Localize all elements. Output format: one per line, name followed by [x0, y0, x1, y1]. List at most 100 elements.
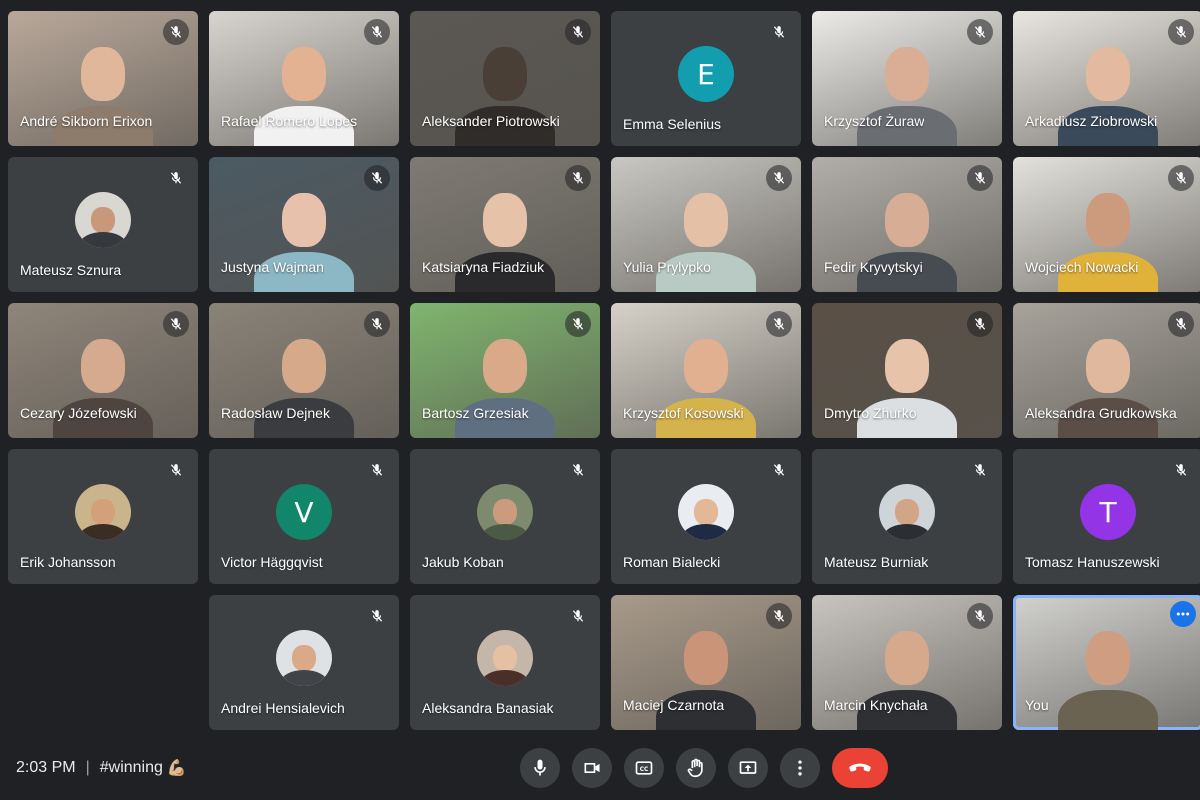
avatar-photo: [477, 484, 533, 541]
video-person-silhouette: [1058, 690, 1158, 730]
participant-name: Yulia Prylypko: [623, 259, 711, 275]
svg-text:CC: CC: [640, 767, 649, 773]
mic-off-icon: [565, 603, 591, 629]
more-vert-icon: [798, 760, 802, 776]
participant-tile-dmytro-zhurko[interactable]: Dmytro Zhurko: [812, 303, 1002, 438]
video-person-head: [483, 339, 527, 393]
participant-tile-aleksandra-banasiak[interactable]: Aleksandra Banasiak: [410, 595, 600, 730]
participant-tile-fedir-kryvytskyi[interactable]: Fedir Kryvytskyi: [812, 157, 1002, 292]
avatar-photo: [879, 484, 935, 541]
participant-tile-jakub-koban[interactable]: Jakub Koban: [410, 449, 600, 584]
participant-grid: André Sikborn Erixon Rafael Romero Lopes A…: [8, 11, 1200, 730]
avatar-photo: [75, 484, 131, 541]
participant-tile-you[interactable]: You: [1013, 595, 1200, 730]
video-person-head: [282, 339, 326, 393]
mic-off-icon: [565, 457, 591, 483]
participant-tile-erik-johansson[interactable]: Erik Johansson: [8, 449, 198, 584]
participant-name: Victor Häggqvist: [221, 554, 323, 570]
mic-off-icon: [163, 311, 189, 337]
participant-tile-victor-haggqvist[interactable]: V Victor Häggqvist: [209, 449, 399, 584]
video-person-head: [885, 193, 929, 247]
participant-tile-mateusz-burniak[interactable]: Mateusz Burniak: [812, 449, 1002, 584]
participant-tile-wojciech-nowacki[interactable]: Wojciech Nowacki: [1013, 157, 1200, 292]
participant-tile-cezary-jozefowski[interactable]: Cezary Józefowski: [8, 303, 198, 438]
participant-name: Cezary Józefowski: [20, 405, 137, 421]
participant-name: Aleksander Piotrowski: [422, 113, 560, 129]
video-person-head: [81, 47, 125, 101]
participant-tile-aleksander-piotrowski[interactable]: Aleksander Piotrowski: [410, 11, 600, 146]
present-screen-icon: [739, 761, 757, 774]
participant-tile-marcin-knycha-a[interactable]: Marcin Knychała: [812, 595, 1002, 730]
mic-off-icon: [967, 311, 993, 337]
participant-tile-rados-aw-dejnek[interactable]: Radosław Dejnek: [209, 303, 399, 438]
participant-tile-rafael-romero-lopes[interactable]: Rafael Romero Lopes: [209, 11, 399, 146]
participant-tile-maciej-czarnota[interactable]: Maciej Czarnota: [611, 595, 801, 730]
mic-off-icon: [364, 165, 390, 191]
participant-name: Aleksandra Grudkowska: [1025, 405, 1177, 421]
mic-off-icon: [163, 19, 189, 45]
mic-icon: [534, 759, 546, 776]
mic-off-icon: [565, 165, 591, 191]
meeting-details[interactable]: 2:03 PM | #winning 💪🏼: [16, 758, 187, 778]
present-screen-button[interactable]: [728, 748, 768, 788]
participant-tile-bartosz-grzesiak[interactable]: Bartosz Grzesiak: [410, 303, 600, 438]
participant-name: Radosław Dejnek: [221, 405, 330, 421]
participant-tile-andrei-hensialevich[interactable]: Andrei Hensialevich: [209, 595, 399, 730]
video-person-head: [684, 193, 728, 247]
avatar-letter: V: [276, 484, 332, 541]
mic-off-icon: [967, 165, 993, 191]
raise-hand-icon: [687, 758, 703, 778]
participant-name: Katsiaryna Fiadziuk: [422, 259, 545, 275]
video-person-head: [1086, 193, 1130, 247]
raise-hand-button[interactable]: [676, 748, 716, 788]
end-call-button[interactable]: [832, 748, 888, 788]
participant-name: André Sikborn Erixon: [20, 113, 153, 129]
mic-off-icon: [565, 311, 591, 337]
participant-name: Wojciech Nowacki: [1025, 259, 1139, 275]
mic-off-icon: [766, 311, 792, 337]
mic-off-icon: [766, 457, 792, 483]
clock-time: 2:03 PM: [16, 759, 76, 776]
mic-off-icon: [967, 19, 993, 45]
video-person-head: [684, 631, 728, 685]
participant-tile-arkadiusz-ziobrowski[interactable]: Arkadiusz Ziobrowski: [1013, 11, 1200, 146]
tile-options-button[interactable]: [1170, 601, 1196, 627]
captions-icon: CC: [635, 761, 653, 775]
mic-off-icon: [1168, 457, 1194, 483]
mic-off-icon: [1168, 311, 1194, 337]
mic-off-icon: [364, 603, 390, 629]
video-person-head: [1086, 339, 1130, 393]
avatar-letter: T: [1080, 484, 1136, 541]
mic-off-icon: [1168, 19, 1194, 45]
participant-tile-aleksandra-grudkowska[interactable]: Aleksandra Grudkowska: [1013, 303, 1200, 438]
participant-tile-tomasz-hanuszewski[interactable]: T Tomasz Hanuszewski: [1013, 449, 1200, 584]
participant-tile-emma-selenius[interactable]: E Emma Selenius: [611, 11, 801, 146]
mic-off-icon: [565, 19, 591, 45]
participant-tile-justyna-wajman[interactable]: Justyna Wajman: [209, 157, 399, 292]
participant-tile-krzysztof-zuraw[interactable]: Krzysztof Żuraw: [812, 11, 1002, 146]
microphone-button[interactable]: [520, 748, 560, 788]
mic-off-icon: [766, 19, 792, 45]
call-controls: CC: [520, 748, 888, 788]
camera-button[interactable]: [572, 748, 612, 788]
more-options-button[interactable]: [780, 748, 820, 788]
mic-off-icon: [766, 165, 792, 191]
end-call-icon: [849, 763, 871, 772]
participant-tile-andre-sikborn-erixon[interactable]: André Sikborn Erixon: [8, 11, 198, 146]
participant-name: Rafael Romero Lopes: [221, 113, 358, 129]
participant-tile-yulia-prylypko[interactable]: Yulia Prylypko: [611, 157, 801, 292]
participant-tile-roman-bialecki[interactable]: Roman Bialecki: [611, 449, 801, 584]
participant-tile-krzysztof-kosowski[interactable]: Krzysztof Kosowski: [611, 303, 801, 438]
camera-icon: [584, 763, 600, 773]
participant-name: Jakub Koban: [422, 554, 504, 570]
avatar-photo: [678, 484, 734, 541]
avatar-photo: [75, 192, 131, 249]
mic-off-icon: [1168, 165, 1194, 191]
participant-tile-katsiaryna-fiadziuk[interactable]: Katsiaryna Fiadziuk: [410, 157, 600, 292]
mic-off-icon: [364, 19, 390, 45]
captions-button[interactable]: CC: [624, 748, 664, 788]
participant-tile-mateusz-sznura[interactable]: Mateusz Sznura: [8, 157, 198, 292]
participant-name: Marcin Knychała: [824, 697, 928, 713]
avatar-photo: [477, 630, 533, 687]
video-person-head: [483, 47, 527, 101]
